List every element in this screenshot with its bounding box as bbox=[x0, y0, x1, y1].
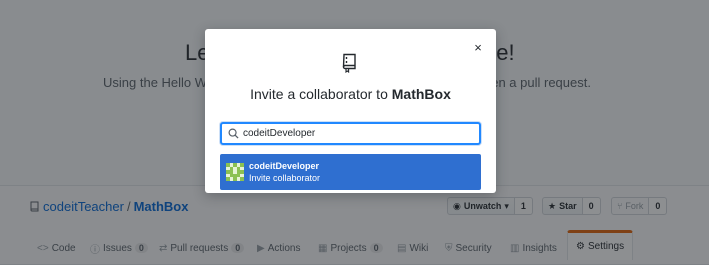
suggestion-login: codeitDeveloper bbox=[249, 161, 320, 171]
collaborator-search-box bbox=[220, 122, 481, 145]
avatar bbox=[226, 163, 244, 181]
invite-collaborator-dialog: × Invite a collaborator to MathBox codei… bbox=[205, 29, 496, 193]
suggestion-text: codeitDeveloper Invite collaborator bbox=[249, 161, 320, 183]
repo-icon bbox=[342, 53, 356, 73]
dialog-title-text: Invite a collaborator to bbox=[250, 86, 388, 102]
close-icon[interactable]: × bbox=[471, 41, 485, 55]
dialog-title: Invite a collaborator to MathBox bbox=[205, 86, 496, 102]
collaborator-search-input[interactable] bbox=[243, 124, 463, 143]
dialog-title-repo: MathBox bbox=[391, 86, 451, 102]
suggestion-action: Invite collaborator bbox=[249, 173, 321, 183]
collaborator-suggestion[interactable]: codeitDeveloper Invite collaborator bbox=[220, 154, 481, 190]
search-icon bbox=[228, 128, 239, 139]
